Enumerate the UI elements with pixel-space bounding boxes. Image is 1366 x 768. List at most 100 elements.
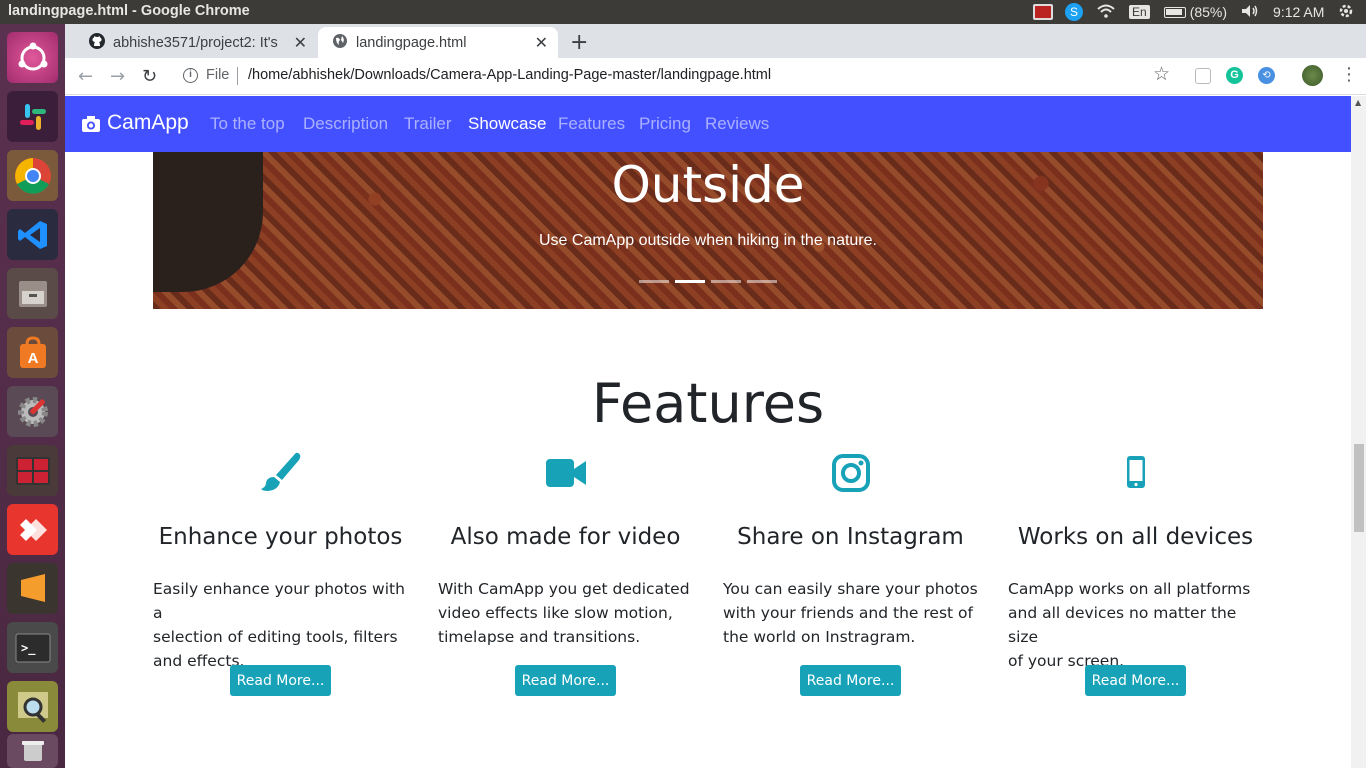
nav-pricing[interactable]: Pricing [639, 114, 691, 134]
system-top-bar: landingpage.html - Google Chrome S En (8… [0, 0, 1366, 24]
feature-line: CamApp works on all platforms [1008, 580, 1251, 598]
carousel-indicator[interactable] [639, 280, 669, 283]
feature-heading: Enhance your photos [158, 524, 403, 550]
back-button[interactable]: ← [78, 66, 93, 87]
settings-icon[interactable] [7, 386, 58, 437]
battery-icon[interactable] [1163, 6, 1186, 18]
slide-title: Outside [611, 156, 805, 214]
reload-button[interactable]: ↻ [142, 66, 157, 87]
mobile-phone-icon [1008, 450, 1263, 498]
sublime-icon[interactable] [7, 563, 58, 614]
feature-line: the world on Instragram. [723, 628, 916, 646]
scrollbar-thumb[interactable] [1354, 444, 1364, 532]
carousel-indicator-active[interactable] [675, 280, 705, 283]
nav-trailer[interactable]: Trailer [404, 114, 452, 134]
address-divider [237, 67, 238, 85]
read-more-button[interactable]: Read More... [1085, 665, 1186, 696]
battery-percent: (85%) [1189, 4, 1228, 20]
feature-line: You can easily share your photos [723, 580, 978, 598]
image-viewer-icon[interactable] [7, 681, 58, 732]
feature-description: You can easily share your photos with yo… [723, 577, 983, 649]
feature-heading: Share on Instagram [737, 524, 964, 550]
tab-label: landingpage.html [356, 34, 467, 51]
feature-line: Easily enhance your photos with a [153, 580, 405, 622]
ubuntu-icon[interactable] [7, 32, 58, 83]
chrome-icon[interactable] [7, 150, 58, 201]
globe-icon [332, 33, 348, 53]
vscode-icon[interactable] [7, 209, 58, 260]
unity-launcher: A >_ [0, 24, 65, 768]
close-icon[interactable]: ✕ [294, 33, 307, 53]
grammarly-icon[interactable]: G [1226, 67, 1243, 84]
info-icon[interactable]: i [183, 68, 198, 83]
read-more-button[interactable]: Read More... [230, 665, 331, 696]
bookmark-star-icon[interactable]: ☆ [1153, 63, 1170, 85]
tab-github[interactable]: abhishe3571/project2: It's ✕ [77, 27, 317, 58]
nav-to-the-top[interactable]: To the top [210, 114, 285, 134]
page-scrollbar[interactable]: ▲ [1351, 96, 1366, 768]
window-title: landingpage.html - Google Chrome [8, 3, 250, 19]
nav-reviews[interactable]: Reviews [705, 114, 769, 134]
volume-icon[interactable] [1241, 4, 1259, 21]
power-gear-icon[interactable] [1338, 3, 1354, 22]
browser-toolbar: ← → ↻ i File /home/abhishek/Downloads/Ca… [65, 58, 1366, 95]
software-center-icon[interactable]: A [7, 327, 58, 378]
scroll-up-arrow[interactable]: ▲ [1355, 98, 1361, 107]
carousel-indicator[interactable] [747, 280, 777, 283]
feature-heading: Also made for video [450, 524, 681, 550]
svg-text:>_: >_ [21, 641, 36, 656]
carousel-indicator[interactable] [711, 280, 741, 283]
tab-label: abhishe3571/project2: It's [113, 34, 278, 51]
feature-description: CamApp works on all platforms and all de… [1008, 577, 1268, 673]
wifi-icon[interactable] [1097, 4, 1115, 21]
feature-line: With CamApp you get dedicated [438, 580, 690, 598]
record-icon[interactable] [1033, 4, 1053, 20]
tab-landingpage[interactable]: landingpage.html ✕ [318, 27, 558, 58]
feature-line: with your friends and the rest of [723, 604, 973, 622]
forward-button[interactable]: → [110, 66, 125, 87]
scheme-label: File [206, 67, 230, 83]
anydesk-icon[interactable] [7, 504, 58, 555]
address-bar[interactable]: /home/abhishek/Downloads/Camera-App-Land… [248, 67, 771, 83]
extension-icon[interactable] [1195, 68, 1211, 84]
web-page: CamApp To the top Description Trailer Sh… [65, 96, 1351, 768]
tab-strip: abhishe3571/project2: It's ✕ landingpage… [65, 24, 1366, 58]
files-icon[interactable] [7, 268, 58, 319]
site-navbar: CamApp To the top Description Trailer Sh… [65, 96, 1351, 152]
terminal-icon[interactable]: >_ [7, 622, 58, 673]
paint-brush-icon [153, 450, 408, 498]
feature-line: selection of editing tools, filters [153, 628, 398, 646]
slide-caption: Use CamApp outside when hiking in the na… [539, 232, 877, 249]
new-tab-button[interactable]: + [570, 30, 588, 55]
feature-line: video effects like slow motion, [438, 604, 673, 622]
camera-icon[interactable] [81, 115, 101, 138]
svg-text:A: A [27, 350, 38, 367]
menu-icon[interactable]: ⋮ [1340, 64, 1358, 85]
feature-heading: Works on all devices [1017, 524, 1254, 550]
instagram-icon [723, 450, 978, 498]
brand-logo[interactable]: CamApp [107, 111, 189, 135]
feature-description: Easily enhance your photos with a select… [153, 577, 413, 673]
nav-features[interactable]: Features [558, 114, 625, 134]
github-icon [89, 32, 105, 53]
trash-icon[interactable] [7, 734, 58, 768]
feature-description: With CamApp you get dedicated video effe… [438, 577, 698, 649]
read-more-button[interactable]: Read More... [800, 665, 901, 696]
feature-line: timelapse and transitions. [438, 628, 641, 646]
clock[interactable]: 9:12 AM [1273, 4, 1324, 20]
video-camera-icon [438, 450, 693, 498]
keyboard-layout-indicator[interactable]: En [1129, 5, 1150, 19]
feature-line: and all devices no matter the size [1008, 604, 1237, 646]
features-heading: Features [591, 372, 825, 435]
read-more-button[interactable]: Read More... [515, 665, 616, 696]
nav-description[interactable]: Description [303, 114, 388, 134]
workspace-icon[interactable] [7, 445, 58, 496]
extension-blue-icon[interactable]: ⟲ [1258, 67, 1275, 84]
close-icon[interactable]: ✕ [535, 33, 548, 53]
avatar[interactable] [1302, 65, 1323, 86]
skype-icon[interactable]: S [1065, 3, 1083, 21]
indicator-icons[interactable]: S En (85%) 9:12 AM [1033, 3, 1354, 21]
nav-showcase[interactable]: Showcase [468, 114, 546, 134]
showcase-carousel[interactable]: Outside Use CamApp outside when hiking i… [153, 152, 1263, 309]
slack-icon[interactable] [7, 91, 58, 142]
